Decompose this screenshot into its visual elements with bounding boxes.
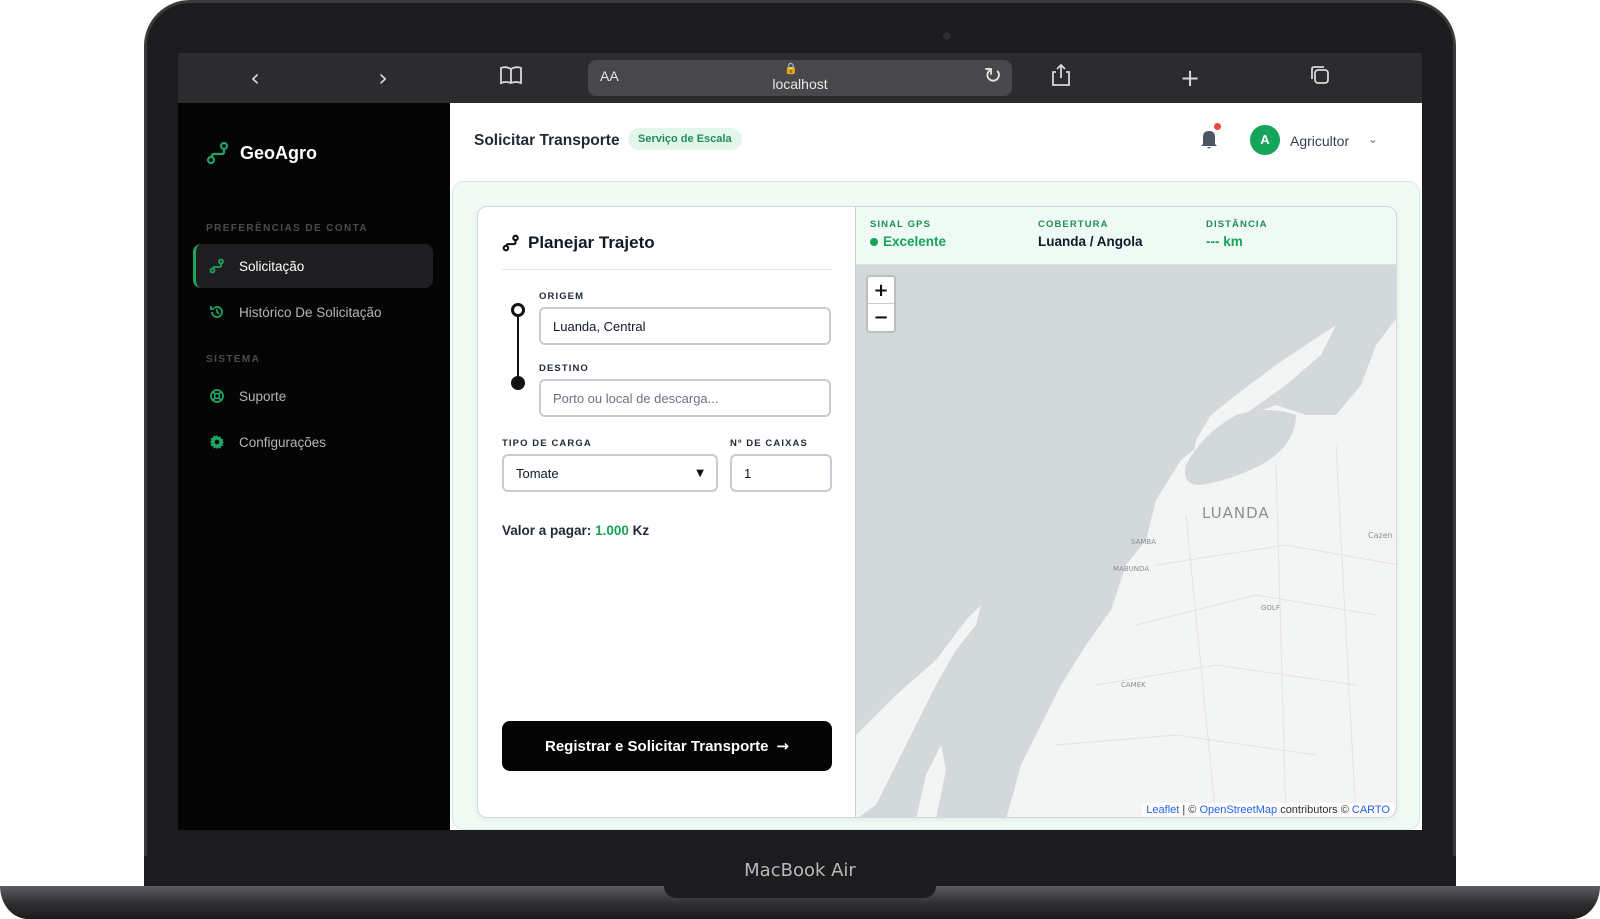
leaflet-link[interactable]: Leaflet: [1146, 804, 1179, 816]
chevron-down-icon: ▼: [696, 467, 704, 479]
price-value: 1.000: [595, 523, 629, 538]
map-panel[interactable]: SINAL GPS Excelente COBERTURA Luanda / A…: [855, 207, 1397, 818]
share-icon[interactable]: [1046, 63, 1076, 93]
content-area: Planejar Trajeto ORIGEM DESTINO TIPO DE …: [452, 181, 1420, 830]
boxes-label: Nº DE CAIXAS: [730, 438, 808, 449]
origin-label: ORIGEM: [539, 291, 585, 302]
stat-distance: DISTÂNCIA --- km: [1206, 219, 1268, 249]
new-tab-icon[interactable]: +: [1175, 63, 1205, 93]
divider: [502, 269, 832, 270]
map-district-label: MABUNDA: [1113, 565, 1150, 573]
main-area: Solicitar Transporte Serviço de Escala A…: [450, 103, 1422, 830]
sidebar-item-label: Histórico De Solicitação: [239, 304, 382, 320]
zoom-out-button[interactable]: −: [868, 304, 894, 331]
stat-label: SINAL GPS: [870, 219, 931, 230]
carto-link[interactable]: CARTO: [1352, 804, 1390, 816]
sidebar-item-label: Suporte: [239, 388, 287, 404]
url-text: localhost: [772, 76, 828, 92]
status-badge: Serviço de Escala: [628, 128, 742, 150]
cargo-type-value: Tomate: [516, 465, 559, 481]
page-header: Solicitar Transporte Serviço de Escala A…: [450, 103, 1422, 179]
notification-dot: [1214, 123, 1221, 130]
zoom-control: + −: [866, 275, 896, 333]
camera-dot: [943, 32, 951, 40]
map-stats-bar: SINAL GPS Excelente COBERTURA Luanda / A…: [856, 207, 1396, 265]
app-name: GeoAgro: [240, 142, 318, 163]
laptop-base-notch: [664, 886, 936, 898]
destination-input[interactable]: [539, 379, 831, 417]
route-icon: [502, 234, 519, 252]
attribution-sep: | ©: [1182, 804, 1197, 816]
sidebar-item-historico[interactable]: Histórico De Solicitação: [193, 290, 433, 334]
brand-label: MacBook Air: [744, 860, 856, 881]
screen: ‹ › AA 🔒 localhost ↻ + GeoAgro PREFERÊNC…: [178, 53, 1422, 830]
price-line: Valor a pagar: 1.000 Kz: [502, 523, 649, 538]
chevron-down-icon[interactable]: ⌄: [1368, 132, 1378, 146]
reload-icon[interactable]: ↻: [984, 64, 1002, 89]
lifebuoy-icon: [210, 389, 224, 403]
app-logo[interactable]: GeoAgro: [206, 141, 317, 165]
stat-label: DISTÂNCIA: [1206, 219, 1268, 230]
panel-title: Planejar Trajeto: [502, 233, 655, 253]
sidebar: GeoAgro PREFERÊNCIAS DE CONTA Solicitaçã…: [178, 103, 450, 830]
route-connector-line: [517, 311, 519, 383]
stat-value: Excelente: [870, 234, 946, 249]
laptop-chin: MacBook Air: [144, 856, 1456, 886]
map-district-label: CAMEK: [1121, 681, 1146, 689]
form-panel: Planejar Trajeto ORIGEM DESTINO TIPO DE …: [478, 207, 856, 817]
avatar[interactable]: A: [1250, 125, 1280, 155]
user-name[interactable]: Agricultor: [1290, 133, 1349, 149]
panel-title-text: Planejar Trajeto: [528, 233, 655, 252]
map-district-label: SAMBA: [1131, 538, 1156, 546]
origin-input[interactable]: [539, 307, 831, 345]
route-logo-icon: [206, 141, 229, 165]
bookmarks-icon[interactable]: [496, 63, 526, 93]
stat-value: --- km: [1206, 234, 1243, 249]
stat-label: COBERTURA: [1038, 219, 1109, 230]
submit-button-label: Registrar e Solicitar Transporte: [545, 737, 769, 755]
stat-coverage: COBERTURA Luanda / Angola: [1038, 219, 1143, 249]
destination-label: DESTINO: [539, 363, 589, 374]
osm-link[interactable]: OpenStreetMap: [1199, 804, 1277, 816]
origin-marker-icon: [511, 303, 525, 317]
boxes-input[interactable]: [730, 454, 832, 492]
section-label-system: SISTEMA: [206, 354, 261, 365]
stat-value: Luanda / Angola: [1038, 234, 1143, 249]
back-icon[interactable]: ‹: [240, 63, 270, 93]
arrow-right-icon: →: [776, 737, 789, 755]
submit-button[interactable]: Registrar e Solicitar Transporte →: [502, 721, 832, 771]
zoom-in-button[interactable]: +: [868, 277, 894, 304]
attribution-contrib: contributors ©: [1280, 804, 1349, 816]
signal-dot-icon: [870, 237, 878, 246]
route-icon: [209, 258, 224, 274]
map-district-label: GOLF: [1261, 604, 1280, 612]
history-icon: [210, 306, 223, 318]
stat-gps: SINAL GPS Excelente: [870, 219, 946, 249]
browser-toolbar: ‹ › AA 🔒 localhost ↻ +: [178, 53, 1422, 103]
route-card: Planejar Trajeto ORIGEM DESTINO TIPO DE …: [477, 206, 1397, 818]
gear-icon: [210, 435, 224, 449]
map-city-label: LUANDA: [1202, 504, 1270, 522]
stat-value-text: Excelente: [883, 234, 947, 249]
map-attribution: Leaflet | © OpenStreetMap contributors ©…: [1142, 803, 1394, 817]
forward-icon[interactable]: ›: [368, 63, 398, 93]
price-currency: Kz: [632, 523, 650, 538]
sidebar-item-configuracoes[interactable]: Configurações: [193, 420, 433, 464]
tabs-overview-icon[interactable]: [1305, 63, 1335, 93]
price-label: Valor a pagar:: [502, 523, 592, 538]
map-district-label: Cazen: [1368, 531, 1393, 540]
lock-icon: 🔒: [784, 63, 798, 75]
sidebar-item-suporte[interactable]: Suporte: [193, 374, 433, 418]
notification-bell-icon[interactable]: [1198, 127, 1220, 151]
sidebar-item-label: Solicitação: [239, 258, 305, 274]
cargo-type-label: TIPO DE CARGA: [502, 438, 592, 449]
destination-marker-icon: [511, 376, 525, 390]
map-canvas[interactable]: [856, 265, 1397, 818]
page-title: Solicitar Transporte: [474, 132, 620, 149]
cargo-type-select[interactable]: Tomate ▼: [502, 454, 718, 492]
section-label-account: PREFERÊNCIAS DE CONTA: [206, 223, 369, 234]
sidebar-item-solicitacao[interactable]: Solicitação: [193, 244, 433, 288]
sidebar-item-label: Configurações: [239, 434, 327, 450]
address-bar[interactable]: AA 🔒 localhost ↻: [588, 60, 1012, 96]
